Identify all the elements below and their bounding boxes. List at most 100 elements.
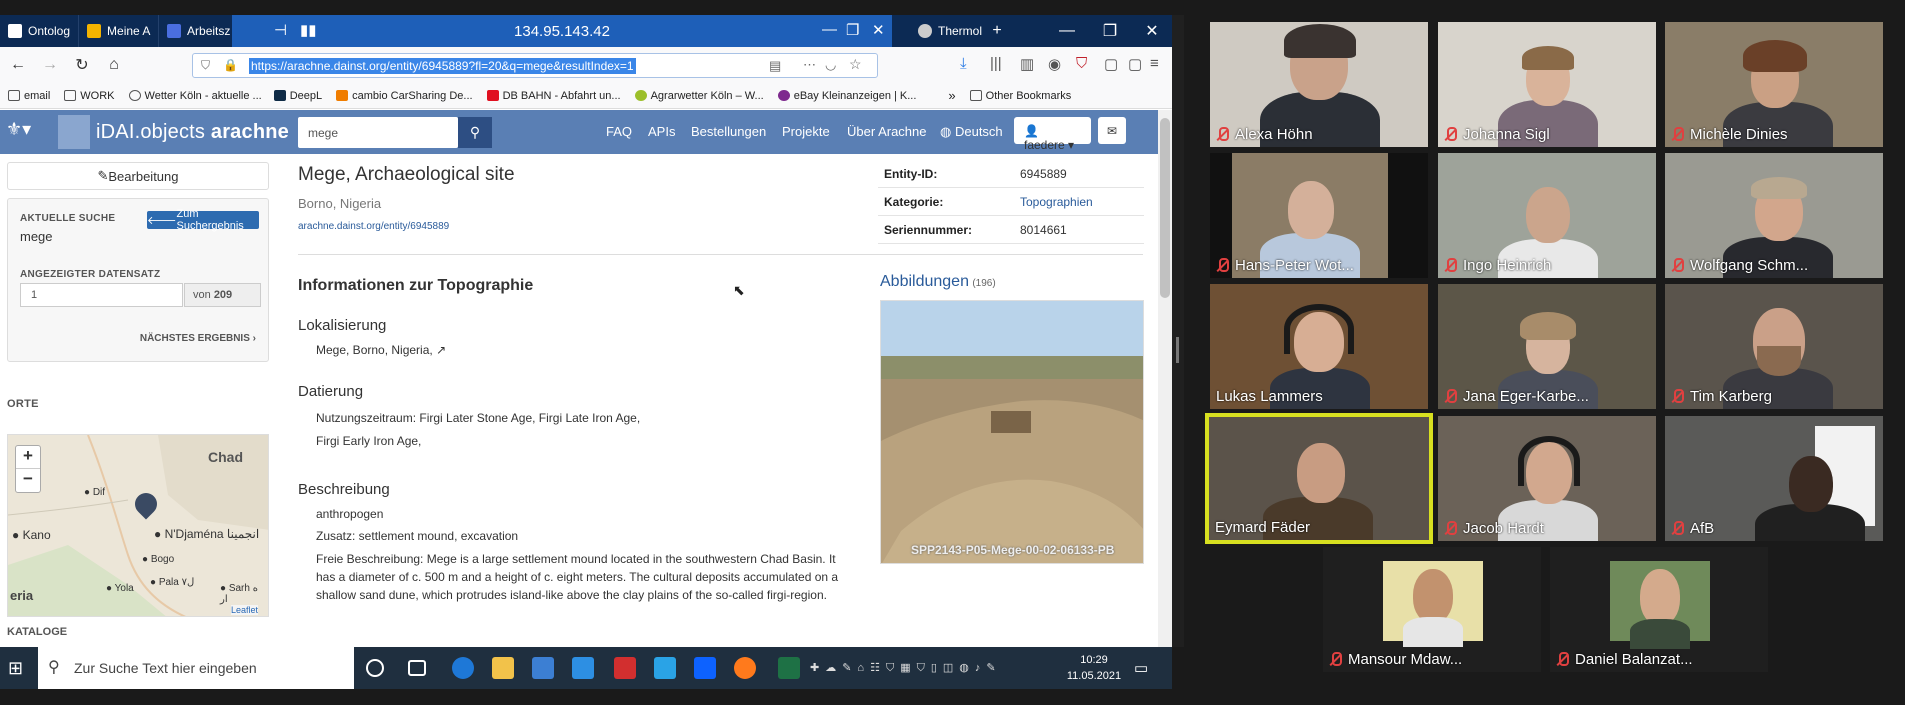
menu-icon[interactable]: ≡ bbox=[1150, 55, 1159, 72]
tray-icons[interactable]: ✚☁✎⌂☷⛉▦⛉▯◫◍♪✎ bbox=[810, 661, 1002, 675]
record-index-input[interactable]: 1 bbox=[20, 283, 183, 307]
user-menu-button[interactable]: 👤 faedere ▾ bbox=[1014, 117, 1091, 152]
location-map[interactable]: + − Chad ● Dif ● Kano ● N'Djaména انجمين… bbox=[7, 434, 269, 617]
bookmark-email[interactable]: email bbox=[8, 90, 50, 102]
url-text[interactable]: https://arachne.dainst.org/entity/694588… bbox=[249, 57, 636, 74]
site-logo[interactable]: iDAI.objects arachne bbox=[96, 121, 289, 144]
bookmark-db[interactable]: DB BAHN - Abfahrt un... bbox=[486, 90, 621, 102]
map-attribution[interactable]: Leaflet bbox=[231, 605, 259, 615]
video-tile[interactable]: Alexa Höhn bbox=[1210, 22, 1428, 147]
back-to-results-button[interactable]: 🡐 Zum Suchergebnis bbox=[147, 208, 259, 232]
remote-minimize-icon[interactable]: — bbox=[822, 21, 837, 38]
video-tile[interactable]: Lukas Lammers bbox=[1210, 284, 1428, 409]
images-heading[interactable]: Abbildungen (196) bbox=[880, 273, 996, 291]
video-tile[interactable]: AfB bbox=[1665, 416, 1883, 541]
firefox-icon[interactable] bbox=[734, 657, 756, 679]
video-tile[interactable]: Jana Eger-Karbe... bbox=[1438, 284, 1656, 409]
bookmark-cambio[interactable]: cambio CarSharing De... bbox=[336, 90, 473, 102]
explorer-icon[interactable] bbox=[492, 657, 514, 679]
store-icon[interactable] bbox=[532, 657, 554, 679]
library-icon[interactable]: ||| bbox=[990, 55, 1002, 72]
account-icon[interactable]: ◉ bbox=[1048, 55, 1061, 73]
splitter-grip[interactable] bbox=[1176, 337, 1179, 363]
extension-icon[interactable]: ▢ bbox=[1104, 55, 1118, 73]
notification-icon[interactable]: ▭ bbox=[1134, 659, 1148, 677]
more-icon[interactable]: ⋯ bbox=[803, 57, 816, 73]
bookmark-deepl[interactable]: DeepL bbox=[273, 89, 323, 102]
video-tile[interactable]: Hans-Peter Wot... bbox=[1210, 153, 1428, 278]
mail-icon[interactable] bbox=[572, 657, 594, 679]
edit-button[interactable]: ✎ Bearbeitung bbox=[7, 162, 269, 190]
remote-close-icon[interactable]: ✕ bbox=[872, 21, 885, 39]
next-result-link[interactable]: NÄCHSTES ERGEBNIS › bbox=[140, 333, 256, 344]
video-tile[interactable]: Tim Karberg bbox=[1665, 284, 1883, 409]
back-icon[interactable]: ← bbox=[4, 51, 32, 79]
overflow-icon[interactable]: » bbox=[948, 88, 955, 103]
url-bar[interactable]: ⛉ 🔒 https://arachne.dainst.org/entity/69… bbox=[192, 53, 878, 78]
video-tile[interactable]: Wolfgang Schm... bbox=[1665, 153, 1883, 278]
bookmark-label: DeepL bbox=[289, 89, 323, 102]
entity-permalink[interactable]: arachne.dainst.org/entity/6945889 bbox=[298, 221, 858, 232]
app-icon[interactable] bbox=[614, 657, 636, 679]
nav-ueber-arachne[interactable]: Über Arachne bbox=[847, 124, 927, 139]
bookmark-agrarwetter[interactable]: Agrarwetter Köln – W... bbox=[634, 90, 764, 102]
new-tab-button[interactable]: + bbox=[975, 15, 1019, 47]
tab-meine[interactable]: Meine A bbox=[79, 15, 160, 47]
video-tile[interactable]: Mansour Mdaw... bbox=[1323, 547, 1541, 672]
image-preview[interactable]: SPP2143-P05-Mege-00-02-06133-PB bbox=[880, 300, 1144, 564]
external-link-icon[interactable]: ↗ bbox=[436, 343, 446, 357]
video-tile[interactable]: Jacob Hardt bbox=[1438, 416, 1656, 541]
home-icon[interactable]: ⌂ bbox=[100, 51, 128, 79]
excel-icon[interactable] bbox=[778, 657, 800, 679]
video-tile[interactable]: Michèle Dinies bbox=[1665, 22, 1883, 147]
download-icon[interactable]: ⤓ bbox=[960, 55, 967, 72]
zoom-out-button[interactable]: − bbox=[16, 469, 40, 492]
nav-language[interactable]: ◍ Deutsch bbox=[940, 124, 1003, 140]
nav-bestellungen[interactable]: Bestellungen bbox=[691, 124, 766, 139]
remote-desktop-icon[interactable] bbox=[654, 657, 676, 679]
reader-icon[interactable]: ▤ bbox=[769, 58, 781, 74]
category-link[interactable]: Topographien bbox=[1020, 195, 1093, 209]
close-window-button[interactable]: ✕ bbox=[1130, 15, 1174, 47]
cambio-icon bbox=[336, 90, 349, 101]
star-icon[interactable]: ☆ bbox=[849, 56, 862, 73]
pin-icon[interactable]: ⊣ bbox=[274, 21, 287, 39]
task-view-icon[interactable] bbox=[408, 660, 426, 676]
dai-logo-icon[interactable]: ⚜▾ bbox=[6, 119, 36, 145]
video-tile[interactable]: Ingo Heinrich bbox=[1438, 153, 1656, 278]
bookmark-wetter[interactable]: Wetter Köln - aktuelle ... bbox=[128, 90, 262, 102]
minimize-button[interactable]: — bbox=[1045, 15, 1089, 47]
splitter[interactable] bbox=[1172, 15, 1184, 647]
pocket-icon[interactable]: ◡ bbox=[825, 57, 836, 73]
zoom-in-button[interactable]: + bbox=[16, 446, 40, 469]
search-button[interactable]: ⚲ bbox=[458, 117, 492, 148]
windows-start-icon[interactable]: ⊞ bbox=[8, 658, 23, 679]
sidebar-icon[interactable]: ▥ bbox=[1020, 55, 1034, 73]
remote-restore-icon[interactable]: ❐ bbox=[846, 21, 859, 39]
extension2-icon[interactable]: ▢ bbox=[1128, 55, 1142, 73]
bookmark-work[interactable]: WORK bbox=[64, 90, 115, 102]
nav-projekte[interactable]: Projekte bbox=[782, 124, 830, 139]
edge-icon[interactable] bbox=[452, 657, 474, 679]
bookmark-other[interactable]: Other Bookmarks bbox=[969, 90, 1071, 102]
page-scrollbar[interactable] bbox=[1158, 110, 1172, 647]
forward-icon[interactable]: → bbox=[36, 51, 64, 79]
cortana-icon[interactable] bbox=[366, 659, 384, 677]
dropbox-icon[interactable] bbox=[694, 657, 716, 679]
tab-arbeitszeit[interactable]: Arbeitsz bbox=[159, 15, 240, 47]
site-search-input[interactable]: mege bbox=[298, 117, 458, 148]
nav-faq[interactable]: FAQ bbox=[606, 124, 632, 139]
mail-button[interactable]: ✉ bbox=[1098, 117, 1126, 144]
video-tile-active-speaker[interactable]: Eymard Fäder bbox=[1205, 413, 1433, 544]
ublock-icon[interactable]: ⛉ bbox=[1076, 55, 1087, 72]
tab-ontology[interactable]: Ontolog bbox=[0, 15, 80, 47]
nav-apis[interactable]: APIs bbox=[648, 124, 675, 139]
maximize-button[interactable]: ❐ bbox=[1088, 15, 1132, 47]
clock[interactable]: 10:29 11.05.2021 bbox=[1058, 652, 1130, 684]
scrollbar-thumb[interactable] bbox=[1160, 118, 1170, 298]
bookmark-ebay[interactable]: eBay Kleinanzeigen | K... bbox=[777, 90, 916, 102]
reload-icon[interactable]: ↻ bbox=[68, 51, 96, 79]
video-tile[interactable]: Johanna Sigl bbox=[1438, 22, 1656, 147]
video-tile[interactable]: Daniel Balanzat... bbox=[1550, 547, 1768, 672]
taskbar-search[interactable]: ⚲ Zur Suche Text hier eingeben bbox=[38, 647, 354, 689]
